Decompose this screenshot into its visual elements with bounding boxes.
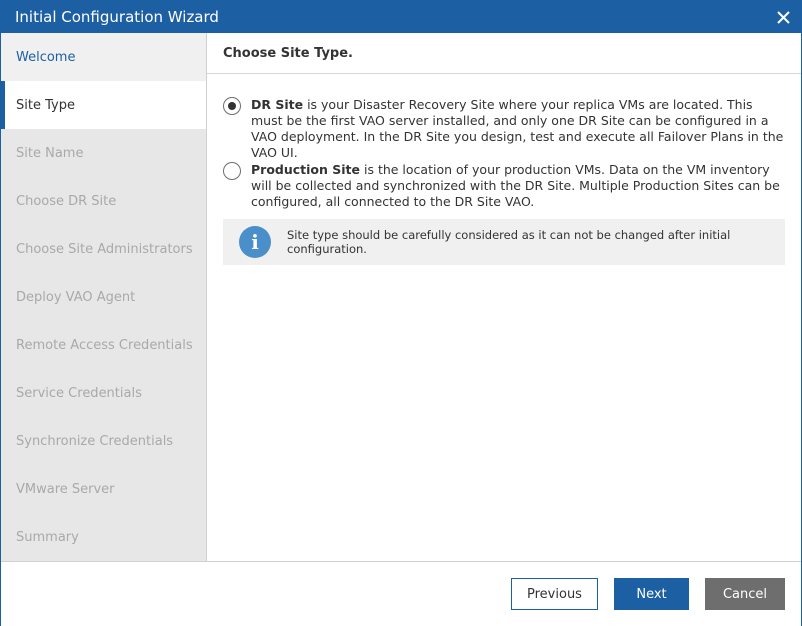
window-title: Initial Configuration Wizard [15, 8, 219, 26]
step-service-credentials: Service Credentials [1, 369, 206, 417]
step-label: Service Credentials [16, 385, 142, 401]
wizard-window: Initial Configuration Wizard Welcome Sit… [0, 0, 802, 626]
step-label: Summary [16, 529, 79, 545]
close-button[interactable] [765, 1, 801, 33]
step-deploy-vao-agent: Deploy VAO Agent [1, 273, 206, 321]
step-label: Site Name [16, 145, 84, 161]
step-label: VMware Server [16, 481, 115, 497]
production-site-option[interactable]: Production Site is the location of your … [223, 162, 785, 210]
step-synchronize-credentials: Synchronize Credentials [1, 417, 206, 465]
wizard-footer: Previous Next Cancel [1, 561, 801, 626]
step-remote-access-credentials: Remote Access Credentials [1, 321, 206, 369]
production-site-name: Production Site [251, 162, 361, 177]
close-icon [776, 10, 790, 24]
step-label: Choose Site Administrators [16, 241, 193, 257]
step-content: Choose Site Type. DR Site is your Disast… [207, 33, 801, 561]
dr-site-name: DR Site [251, 97, 304, 112]
previous-button[interactable]: Previous [511, 578, 598, 610]
dr-site-text: is your Disaster Recovery Site where you… [251, 97, 784, 160]
step-choose-site-administrators: Choose Site Administrators [1, 225, 206, 273]
step-welcome[interactable]: Welcome [1, 33, 206, 81]
info-icon: i [239, 226, 271, 258]
step-label: Choose DR Site [16, 193, 117, 209]
dr-site-radio[interactable] [223, 97, 241, 115]
step-label: Remote Access Credentials [16, 337, 193, 353]
title-bar: Initial Configuration Wizard [1, 1, 801, 33]
step-label: Deploy VAO Agent [16, 289, 136, 305]
step-label: Welcome [16, 49, 76, 65]
next-button[interactable]: Next [614, 578, 689, 610]
production-site-radio[interactable] [223, 162, 241, 180]
step-site-type[interactable]: Site Type [1, 81, 206, 129]
info-box: i Site type should be carefully consider… [223, 219, 785, 265]
step-site-name: Site Name [1, 129, 206, 177]
dr-site-description: DR Site is your Disaster Recovery Site w… [251, 97, 785, 161]
page-title: Choose Site Type. [207, 33, 801, 74]
step-summary: Summary [1, 513, 206, 561]
page-title-text: Choose Site Type. [223, 45, 353, 61]
cancel-button[interactable]: Cancel [705, 578, 785, 610]
wizard-steps-sidebar: Welcome Site Type Site Name Choose DR Si… [1, 33, 207, 561]
step-choose-dr-site: Choose DR Site [1, 177, 206, 225]
info-text: Site type should be carefully considered… [287, 228, 731, 256]
step-vmware-server: VMware Server [1, 465, 206, 513]
dr-site-option[interactable]: DR Site is your Disaster Recovery Site w… [223, 97, 785, 161]
step-label: Synchronize Credentials [16, 433, 174, 449]
production-site-description: Production Site is the location of your … [251, 162, 785, 210]
step-label: Site Type [16, 97, 75, 113]
